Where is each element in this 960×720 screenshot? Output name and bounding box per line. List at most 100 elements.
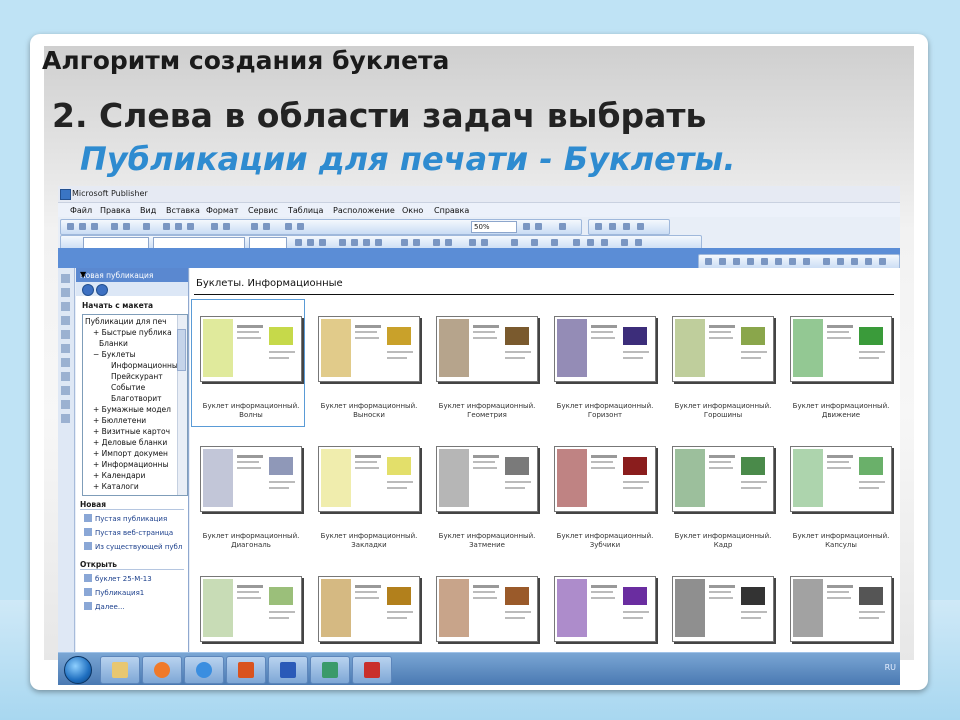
tree-item[interactable]: + Визитные карточ xyxy=(93,427,170,436)
tree-item[interactable]: + Информационны xyxy=(93,460,169,469)
font-size-up-icon[interactable] xyxy=(469,239,476,246)
picture-tool-icon[interactable] xyxy=(61,302,70,311)
help-icon[interactable] xyxy=(559,223,566,230)
rectangle-tool-icon[interactable] xyxy=(61,386,70,395)
3d-icon[interactable] xyxy=(635,239,642,246)
template-card[interactable]: Буклет информационный. Горошины xyxy=(664,300,776,426)
recent-file-link[interactable]: Публикация1 xyxy=(84,588,144,597)
bold-icon[interactable] xyxy=(295,239,302,246)
shadow-icon[interactable] xyxy=(621,239,628,246)
tool-icon[interactable] xyxy=(719,258,726,265)
close-icon[interactable]: × xyxy=(80,270,185,279)
tree-scrollbar[interactable] xyxy=(177,315,187,495)
autoshapes-tool-icon[interactable] xyxy=(61,400,70,409)
zoom-out-icon[interactable] xyxy=(523,223,530,230)
menu-insert[interactable]: Вставка xyxy=(166,206,200,215)
tree-item[interactable]: Прейскурант xyxy=(111,372,163,381)
underline-icon[interactable] xyxy=(319,239,326,246)
tree-item[interactable]: + Бумажные модел xyxy=(93,405,171,414)
tree-item[interactable]: + Быстрые публика xyxy=(93,328,172,337)
tool-icon[interactable] xyxy=(595,223,602,230)
wordart-tool-icon[interactable] xyxy=(61,316,70,325)
tree-item-selected[interactable]: Информационные xyxy=(111,361,182,370)
zoom-select[interactable]: 50% xyxy=(471,221,517,233)
tool-icon[interactable] xyxy=(879,258,886,265)
tree-item[interactable]: Публикации для печ xyxy=(85,317,167,326)
menu-format[interactable]: Формат xyxy=(206,206,238,215)
align-right-icon[interactable] xyxy=(363,239,370,246)
zoom-in-icon[interactable] xyxy=(535,223,542,230)
template-card[interactable]: Буклет информационный. Волны xyxy=(191,299,305,427)
start-button[interactable] xyxy=(64,656,92,684)
arrow-tool-icon[interactable] xyxy=(61,358,70,367)
undo-icon[interactable] xyxy=(211,223,218,230)
blank-web-page-link[interactable]: Пустая веб-страница xyxy=(84,528,173,537)
tree-item[interactable]: − Буклеты xyxy=(93,350,135,359)
tool-icon[interactable] xyxy=(823,258,830,265)
tool-icon[interactable] xyxy=(775,258,782,265)
taskbar-publisher-button[interactable] xyxy=(310,656,350,684)
template-card[interactable]: Буклет информационный. Диагональ xyxy=(192,430,304,556)
menu-tools[interactable]: Сервис xyxy=(248,206,278,215)
template-card[interactable]: Буклет информационный. Выноски xyxy=(310,300,422,426)
line-style-icon[interactable] xyxy=(573,239,580,246)
bullets-icon[interactable] xyxy=(413,239,420,246)
font-color-icon[interactable] xyxy=(551,239,558,246)
tool-icon[interactable] xyxy=(865,258,872,265)
line-tool-icon[interactable] xyxy=(61,344,70,353)
align-left-icon[interactable] xyxy=(339,239,346,246)
tool-icon[interactable] xyxy=(803,258,810,265)
copy-icon[interactable] xyxy=(175,223,182,230)
tree-item[interactable]: Благотворит xyxy=(111,394,161,403)
arrow-style-icon[interactable] xyxy=(601,239,608,246)
tree-item[interactable]: Бланки xyxy=(99,339,128,348)
menu-table[interactable]: Таблица xyxy=(288,206,323,215)
indent-decrease-icon[interactable] xyxy=(433,239,440,246)
tree-item[interactable]: Событие xyxy=(111,383,145,392)
template-card[interactable]: Буклет информационный. Кадр xyxy=(664,430,776,556)
tool-icon[interactable] xyxy=(623,223,630,230)
taskbar-app-button[interactable] xyxy=(352,656,392,684)
tree-item[interactable]: + Бюллетени xyxy=(93,416,146,425)
tree-item[interactable]: + Календари xyxy=(93,471,145,480)
scrollbar-thumb[interactable] xyxy=(177,329,186,371)
tool-icon[interactable] xyxy=(761,258,768,265)
template-card[interactable]: Буклет информационный. Зубчики xyxy=(546,430,658,556)
paste-icon[interactable] xyxy=(187,223,194,230)
menu-window[interactable]: Окно xyxy=(402,206,423,215)
tool-icon[interactable] xyxy=(609,223,616,230)
italic-icon[interactable] xyxy=(307,239,314,246)
menu-view[interactable]: Вид xyxy=(140,206,156,215)
cut-icon[interactable] xyxy=(163,223,170,230)
tool-icon[interactable] xyxy=(789,258,796,265)
language-indicator[interactable]: RU xyxy=(885,663,896,672)
spell-icon[interactable] xyxy=(143,223,150,230)
save-icon[interactable] xyxy=(91,223,98,230)
oval-tool-icon[interactable] xyxy=(61,372,70,381)
recent-file-link[interactable]: буклет 25-М-13 xyxy=(84,574,152,583)
new-icon[interactable] xyxy=(67,223,74,230)
tool-icon[interactable] xyxy=(851,258,858,265)
tool-icon[interactable] xyxy=(733,258,740,265)
columns-icon[interactable] xyxy=(285,223,292,230)
print-icon[interactable] xyxy=(111,223,118,230)
text-tool-icon[interactable] xyxy=(61,288,70,297)
more-files-link[interactable]: Далее... xyxy=(84,602,125,611)
select-tool-icon[interactable] xyxy=(61,274,70,283)
blank-publication-link[interactable]: Пустая публикация xyxy=(84,514,167,523)
taskbar-ie-button[interactable] xyxy=(184,656,224,684)
template-card[interactable]: Буклет информационный. Закладки xyxy=(310,430,422,556)
template-card[interactable]: Буклет информационный. Движение xyxy=(782,300,894,426)
forward-icon[interactable] xyxy=(96,284,108,296)
align-center-icon[interactable] xyxy=(351,239,358,246)
back-icon[interactable] xyxy=(82,284,94,296)
taskbar-media-button[interactable] xyxy=(142,656,182,684)
insert-picture-icon[interactable] xyxy=(263,223,270,230)
open-icon[interactable] xyxy=(79,223,86,230)
template-card[interactable]: Буклет информационный. Капсулы xyxy=(782,430,894,556)
menu-help[interactable]: Справка xyxy=(434,206,469,215)
preview-icon[interactable] xyxy=(123,223,130,230)
fill-color-icon[interactable] xyxy=(511,239,518,246)
menu-edit[interactable]: Правка xyxy=(100,206,130,215)
template-card[interactable]: Буклет информационный. Геометрия xyxy=(428,300,540,426)
